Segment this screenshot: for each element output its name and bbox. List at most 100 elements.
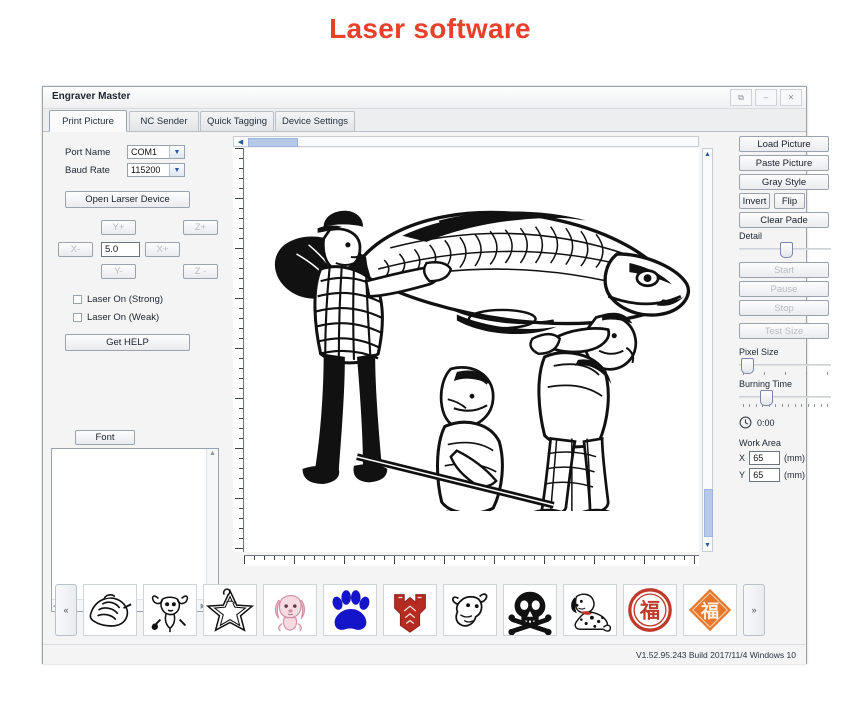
horizontal-ruler — [244, 555, 699, 566]
port-name-value: COM1 — [131, 147, 157, 157]
status-bar: V1.52.95.243 Build 2017/11/4 Windows 10 — [43, 644, 806, 664]
pixel-size-ticks — [739, 372, 831, 377]
detail-slider[interactable] — [739, 242, 831, 256]
start-button[interactable]: Start — [739, 262, 829, 278]
elapsed-time-row: 0:00 — [739, 416, 805, 429]
page-title: Laser software — [0, 0, 860, 38]
svg-text:福: 福 — [700, 601, 719, 623]
detail-slider-knob[interactable] — [780, 242, 793, 258]
work-area-y-input[interactable]: 65 — [749, 468, 780, 482]
star-thumbnail[interactable] — [203, 584, 257, 636]
jog-x-plus-button[interactable]: X+ — [145, 242, 180, 257]
jog-z-minus-button[interactable]: Z - — [183, 264, 218, 279]
thumbnails-prev-button[interactable]: « — [55, 584, 77, 636]
burning-time-ticks — [739, 404, 831, 409]
flip-button[interactable]: Flip — [774, 193, 805, 209]
vertical-scroll-thumb[interactable] — [704, 489, 713, 537]
pause-button[interactable]: Pause — [739, 281, 829, 297]
baud-rate-select[interactable]: 115200 ▼ — [127, 163, 185, 177]
paste-picture-button[interactable]: Paste Picture — [739, 155, 829, 171]
restore-button[interactable]: ⧉ — [730, 89, 752, 106]
tab-nc-sender[interactable]: NC Sender — [129, 111, 199, 131]
image-canvas[interactable] — [245, 148, 699, 552]
work-area-label: Work Area — [739, 438, 805, 448]
canvas-vertical-scrollbar[interactable]: ▲ ▼ — [702, 148, 713, 552]
tab-strip: Print Picture NC Sender Quick Tagging De… — [43, 109, 806, 132]
baud-rate-row: Baud Rate 115200 ▼ — [65, 163, 185, 177]
laser-strong-row[interactable]: Laser On (Strong) — [73, 294, 163, 305]
puppy-thumbnail[interactable] — [263, 584, 317, 636]
chevron-down-icon[interactable]: ▼ — [703, 540, 712, 551]
pixel-size-slider[interactable] — [739, 358, 831, 372]
port-name-label: Port Name — [65, 147, 127, 158]
fu-seal-round-thumbnail[interactable]: 福 — [623, 584, 677, 636]
work-area-x-row: X 65 (mm) — [739, 451, 805, 465]
baud-rate-value: 115200 — [131, 165, 160, 175]
tab-print-picture[interactable]: Print Picture — [49, 110, 127, 132]
stop-button[interactable]: Stop — [739, 300, 829, 316]
tab-device-settings[interactable]: Device Settings — [275, 111, 355, 131]
cow-face-thumbnail[interactable] — [443, 584, 497, 636]
work-area-x-label: X — [739, 453, 745, 463]
clock-icon — [739, 416, 752, 429]
chevron-down-icon: ▼ — [169, 146, 184, 158]
fu-diamond-thumbnail[interactable]: 福 — [683, 584, 737, 636]
load-picture-button[interactable]: Load Picture — [739, 136, 829, 152]
work-area-y-row: Y 65 (mm) — [739, 468, 805, 482]
canvas-panel: ◀ — [233, 136, 713, 566]
dalmatian-thumbnail[interactable] — [563, 584, 617, 636]
laser-strong-label: Laser On (Strong) — [87, 294, 163, 305]
version-text: V1.52.95.243 Build 2017/11/4 Windows 10 — [636, 650, 796, 660]
canvas-artwork — [245, 148, 699, 511]
burning-time-slider-track — [739, 396, 831, 398]
clear-pade-button[interactable]: Clear Pade — [739, 212, 829, 228]
transformers-logo-thumbnail[interactable] — [383, 584, 437, 636]
work-area-x-unit: (mm) — [784, 453, 805, 463]
jog-x-minus-button[interactable]: X- — [58, 242, 93, 257]
jog-z-plus-button[interactable]: Z+ — [183, 220, 218, 235]
chevron-up-icon[interactable]: ▲ — [209, 450, 216, 457]
font-button[interactable]: Font — [75, 430, 135, 445]
work-area-y-label: Y — [739, 470, 745, 480]
window-body: Port Name COM1 ▼ Baud Rate 115200 ▼ Open… — [43, 132, 806, 664]
jog-y-minus-button[interactable]: Y- — [101, 264, 136, 279]
thumbnails-next-button[interactable]: » — [743, 584, 765, 636]
window-title: Engraver Master — [52, 91, 130, 102]
burning-time-slider[interactable] — [739, 390, 831, 404]
laser-strong-checkbox[interactable] — [73, 295, 82, 304]
jog-y-plus-button[interactable]: Y+ — [101, 220, 136, 235]
vertical-ruler — [233, 148, 244, 552]
detail-label: Detail — [739, 231, 805, 241]
jog-step-input[interactable]: 5.0 — [101, 242, 140, 257]
elapsed-time-value: 0:00 — [757, 418, 775, 428]
get-help-button[interactable]: Get HELP — [65, 334, 190, 351]
chevron-down-icon: ▼ — [169, 164, 184, 176]
invert-button[interactable]: Invert — [739, 193, 770, 209]
bull-thumbnail[interactable] — [143, 584, 197, 636]
work-area-x-input[interactable]: 65 — [749, 451, 780, 465]
skull-crossbones-thumbnail[interactable] — [503, 584, 557, 636]
open-laser-device-button[interactable]: Open Larser Device — [65, 191, 190, 208]
pointing-hand-thumbnail[interactable] — [83, 584, 137, 636]
thumbnail-strip: « — [51, 579, 798, 641]
laser-weak-row[interactable]: Laser On (Weak) — [73, 312, 159, 323]
gray-style-button[interactable]: Gray Style — [739, 174, 829, 190]
baud-rate-label: Baud Rate — [65, 165, 127, 176]
tab-quick-tagging[interactable]: Quick Tagging — [200, 111, 274, 131]
chevron-left-icon[interactable]: ◀ — [235, 137, 246, 146]
svg-text:福: 福 — [639, 599, 660, 623]
port-name-select[interactable]: COM1 ▼ — [127, 145, 185, 159]
minimize-button[interactable]: – — [755, 89, 777, 106]
close-button[interactable]: ✕ — [780, 89, 802, 106]
laser-weak-checkbox[interactable] — [73, 313, 82, 322]
window-controls: ⧉ – ✕ — [730, 89, 802, 106]
test-size-button[interactable]: Test Size — [739, 323, 829, 339]
invert-flip-group: Invert Flip — [739, 193, 805, 209]
canvas-horizontal-scrollbar[interactable]: ◀ — [233, 136, 699, 147]
window-titlebar: Engraver Master ⧉ – ✕ — [43, 87, 806, 109]
textarea-vertical-scrollbar[interactable]: ▲ ▼ — [206, 449, 218, 600]
port-name-row: Port Name COM1 ▼ — [65, 145, 185, 159]
horizontal-scroll-thumb[interactable] — [248, 138, 298, 147]
chevron-up-icon[interactable]: ▲ — [703, 149, 712, 160]
paw-print-thumbnail[interactable] — [323, 584, 377, 636]
